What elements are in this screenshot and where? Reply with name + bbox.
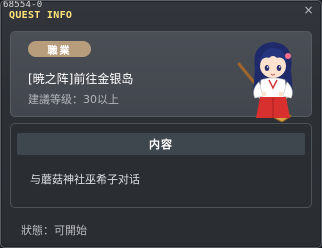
quest-status: 狀態：可開始 [21, 224, 87, 237]
job-badge: 職業 [28, 41, 91, 57]
quest-summary-panel: 職業 [暁之阵]前往金银岛 建議等级：30以上 [10, 31, 312, 122]
content-text: 与蘑菇神社巫希子对话 [30, 173, 140, 186]
level-requirement: 建議等级：30以上 [28, 93, 119, 106]
quest-id: 68554-0 [3, 0, 43, 10]
npc-portrait-icon [237, 42, 293, 122]
quest-info-window: 68554-0 QUEST INFO × 職業 [暁之阵]前往金银岛 建議等级：… [0, 0, 322, 248]
close-icon: × [303, 2, 314, 17]
quest-content-panel: 内容 与蘑菇神社巫希子对话 [10, 123, 312, 208]
window-title: QUEST INFO [9, 10, 73, 21]
close-button[interactable]: × [302, 3, 315, 16]
content-header: 内容 [17, 133, 305, 155]
quest-name: [暁之阵]前往金银岛 [28, 72, 134, 86]
